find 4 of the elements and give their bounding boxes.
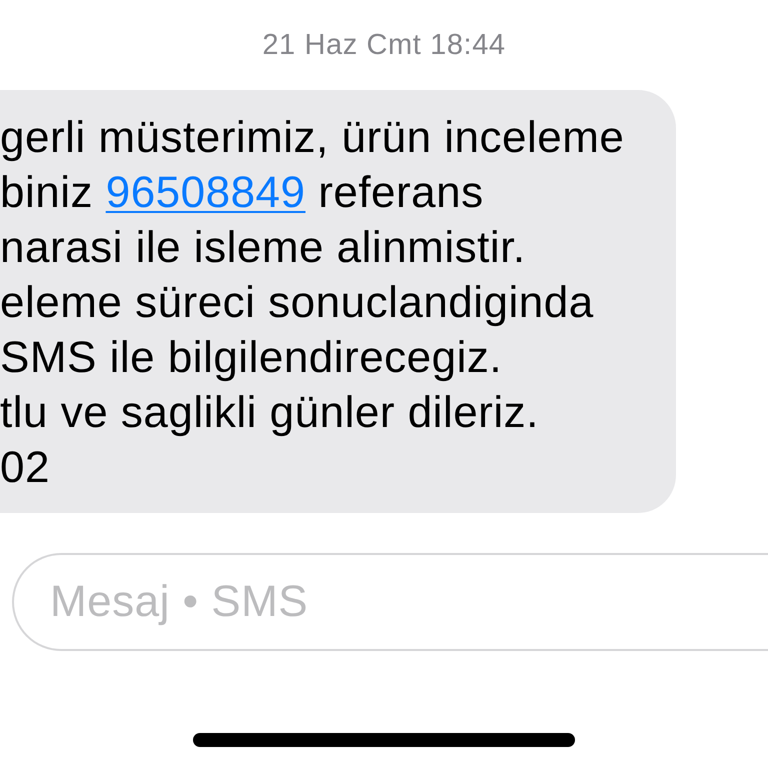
message-timestamp: 21 Haz Cmt 18:44 [262, 29, 506, 61]
reference-number-link[interactable]: 96508849 [106, 168, 306, 217]
message-text: gerli müsterimiz, ürün inceleme biniz 96508849 referans narasi ile isleme alinmistir. eleme süreci sonuclandiginda SMS ile bilgilendirecegiz. tlu ve saglikli günler dileriz. 02 [0, 112, 624, 494]
message-input-field[interactable]: Mesaj • SMS [12, 553, 768, 651]
